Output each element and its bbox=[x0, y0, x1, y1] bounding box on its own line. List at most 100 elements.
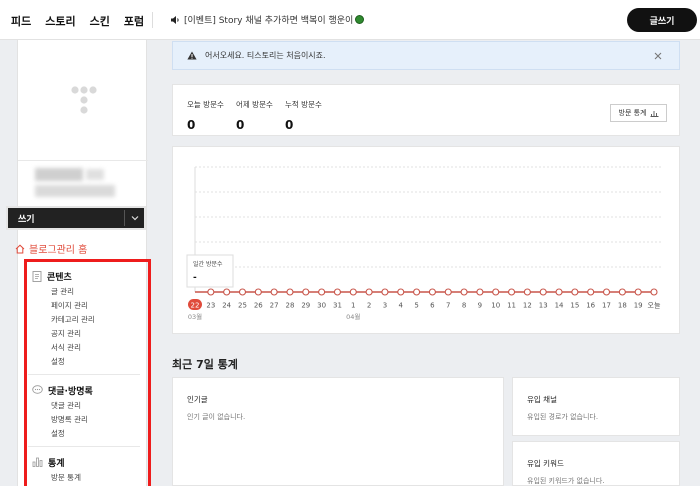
nav-skin[interactable]: 스킨 bbox=[90, 13, 110, 29]
yesterday-visits-label: 어제 방문수 bbox=[236, 100, 273, 109]
chart-point bbox=[539, 288, 547, 296]
menu-item-comment-settings[interactable]: 설정 bbox=[51, 427, 148, 441]
menu-item-post-manage[interactable]: 글 관리 bbox=[51, 285, 148, 299]
nav-divider bbox=[152, 12, 153, 28]
chart-point bbox=[428, 288, 436, 296]
chart-point bbox=[302, 288, 310, 296]
chart-point bbox=[508, 288, 516, 296]
inflow-channel-title: 유입 채널 bbox=[527, 395, 557, 404]
nav-story[interactable]: 스토리 bbox=[45, 13, 75, 29]
menu-divider bbox=[28, 374, 140, 375]
write-dropdown[interactable]: 쓰기 bbox=[6, 206, 146, 230]
menu-item-page-manage[interactable]: 페이지 관리 bbox=[51, 299, 148, 313]
inflow-channel-empty: 유입된 경로가 없습니다. bbox=[527, 413, 599, 421]
chart-x-tick-label: 29 bbox=[301, 302, 310, 310]
chart-x-tick-label: 2 bbox=[367, 302, 371, 310]
visits-chart-card: 22 23 24 25 26 27 28 29 30 31 1 2 3 4 5 6 7 8 9 10 11 12 13 14 1… bbox=[172, 146, 680, 334]
chart-point bbox=[397, 288, 405, 296]
warning-icon bbox=[187, 51, 197, 60]
document-icon bbox=[32, 270, 42, 282]
event-notice[interactable]: [이벤트] Story 채널 추가하면 백복이 행운이 bbox=[170, 13, 365, 26]
chart-point bbox=[618, 288, 626, 296]
chart-icon bbox=[650, 111, 658, 117]
chart-point bbox=[571, 288, 579, 296]
chart-x-tick-label: 16 bbox=[586, 302, 595, 310]
chart-x-tick-label: 15 bbox=[570, 302, 579, 310]
menu-title-comments[interactable]: 댓글·방명록 bbox=[32, 383, 148, 397]
chart-point bbox=[381, 288, 389, 296]
top-nav: 피드 스토리 스킨 포럼 bbox=[11, 13, 158, 29]
chart-x-tick-label: 30 bbox=[317, 302, 326, 310]
chart-x-tick-label: 26 bbox=[254, 302, 263, 310]
chevron-down-icon[interactable] bbox=[124, 210, 144, 226]
blog-url-blurred bbox=[35, 185, 115, 197]
chart-x-tick-label: 31 bbox=[333, 302, 342, 310]
inflow-keyword-empty: 유입된 키워드가 없습니다. bbox=[527, 477, 605, 485]
chart-x-tick-label: 7 bbox=[446, 302, 450, 310]
home-link-label: 블로그관리 홈 bbox=[29, 245, 88, 256]
recent-stats-title: 최근 7일 통계 bbox=[172, 358, 238, 371]
profile-divider bbox=[18, 160, 148, 161]
menu-item-content-settings[interactable]: 설정 bbox=[51, 355, 148, 369]
menu-item-notice-manage[interactable]: 공지 관리 bbox=[51, 327, 148, 341]
menu-item-guestbook-manage[interactable]: 방명록 관리 bbox=[51, 413, 148, 427]
yesterday-visits-value: 0 bbox=[236, 118, 245, 132]
menu-item-comment-manage[interactable]: 댓글 관리 bbox=[51, 399, 148, 413]
chart-x-tick-label: 1 bbox=[351, 302, 355, 310]
menu-section-content: 콘텐츠 글 관리 페이지 관리 카테고리 관리 공지 관리 서식 관리 설정 bbox=[18, 269, 148, 369]
chart-x-tick-label: 13 bbox=[539, 302, 548, 310]
chart-x-tick-label: 오늘 bbox=[648, 302, 661, 310]
welcome-alert-text: 어서오세요. 티스토리는 처음이시죠. bbox=[205, 51, 326, 60]
chart-point bbox=[413, 288, 421, 296]
chart-x-tick-label: 3 bbox=[383, 302, 387, 310]
chart-point bbox=[476, 288, 484, 296]
popular-posts-card: 인기글 인기 글이 없습니다. bbox=[172, 377, 504, 486]
visit-stats-button[interactable]: 방문 통계 bbox=[610, 104, 667, 122]
menu-divider bbox=[28, 446, 140, 447]
menu-title-stats[interactable]: 통계 bbox=[32, 455, 148, 469]
menu-item-template-manage[interactable]: 서식 관리 bbox=[51, 341, 148, 355]
popular-posts-empty: 인기 글이 없습니다. bbox=[187, 413, 246, 421]
today-visits-value: 0 bbox=[187, 118, 196, 132]
popular-posts-title: 인기글 bbox=[187, 395, 208, 404]
speech-bubble-icon bbox=[32, 385, 43, 394]
chart-point bbox=[460, 288, 468, 296]
chart-x-tick-label: 6 bbox=[430, 302, 435, 310]
inflow-keyword-card: 유입 키워드 유입된 키워드가 없습니다. bbox=[512, 441, 680, 486]
menu-title-content[interactable]: 콘텐츠 bbox=[32, 269, 148, 283]
nav-forum[interactable]: 포럼 bbox=[124, 13, 144, 29]
chart-tooltip-value: - bbox=[193, 273, 197, 283]
nav-feed[interactable]: 피드 bbox=[11, 13, 31, 29]
bar-chart-icon bbox=[32, 457, 43, 467]
chart-point bbox=[207, 288, 215, 296]
chart-point bbox=[492, 288, 500, 296]
chart-point bbox=[254, 288, 262, 296]
close-icon[interactable] bbox=[651, 49, 665, 63]
visitor-stats-card: 오늘 방문수 0 어제 방문수 0 누적 방문수 0 방문 통계 bbox=[172, 84, 680, 136]
write-post-button[interactable]: 글쓰기 bbox=[627, 8, 697, 32]
chart-month-label: 04월 bbox=[346, 312, 360, 321]
chart-x-tick-label: 24 bbox=[222, 302, 231, 310]
visits-line-chart: 22 23 24 25 26 27 28 29 30 31 1 2 3 4 5 6 7 8 9 10 11 12 13 14 1… bbox=[186, 166, 662, 321]
chart-x-tick-label: 19 bbox=[634, 302, 643, 310]
blog-name-blurred bbox=[35, 168, 83, 181]
chart-x-tick-label: 10 bbox=[491, 302, 500, 310]
menu-section-comments: 댓글·방명록 댓글 관리 방명록 관리 설정 bbox=[18, 383, 148, 441]
yesterday-visits: 어제 방문수 0 bbox=[236, 99, 273, 132]
chart-point bbox=[587, 288, 595, 296]
home-icon bbox=[15, 244, 25, 253]
menu-title-stats-label: 통계 bbox=[48, 458, 65, 469]
clover-icon bbox=[355, 15, 365, 24]
chart-x-tick-label: 11 bbox=[507, 302, 516, 310]
chart-x-tick-label: 17 bbox=[602, 302, 611, 310]
chart-tooltip-label: 일간 방문수 bbox=[193, 260, 223, 268]
menu-item-visit-stats[interactable]: 방문 통계 bbox=[51, 471, 148, 485]
chart-point bbox=[223, 288, 231, 296]
chart-x-tick-label: 22 bbox=[191, 302, 200, 310]
speaker-icon bbox=[171, 15, 179, 24]
blog-admin-home-link[interactable]: 블로그관리 홈 bbox=[15, 241, 87, 256]
menu-title-comments-label: 댓글·방명록 bbox=[48, 386, 93, 397]
chart-x-tick-label: 14 bbox=[555, 302, 564, 310]
menu-title-content-label: 콘텐츠 bbox=[47, 272, 72, 283]
menu-item-category-manage[interactable]: 카테고리 관리 bbox=[51, 313, 148, 327]
